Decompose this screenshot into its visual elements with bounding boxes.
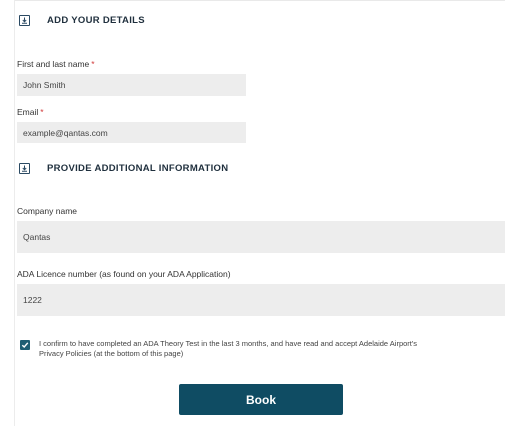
email-field-value: example@qantas.com [23,127,108,138]
company-label: Company name [17,206,78,216]
book-button[interactable]: Book [179,384,343,415]
section-header-additional: PROVIDE ADDITIONAL INFORMATION [19,163,228,174]
consent-text-line1: I confirm to have completed an ADA Theor… [39,339,418,348]
name-label: First and last name * [17,59,95,69]
checkmark-icon [21,342,29,349]
required-marker: * [91,59,95,69]
licence-label: ADA Licence number (as found on your ADA… [17,269,231,279]
section-header-details: ADD YOUR DETAILS [19,15,145,26]
name-label-text: First and last name [17,59,90,69]
consent-row: I confirm to have completed an ADA Theor… [20,339,505,359]
consent-text: I confirm to have completed an ADA Theor… [39,339,417,359]
required-marker: * [40,107,44,117]
email-field[interactable]: example@qantas.com [17,122,246,143]
download-icon [19,163,30,174]
section-title-details: ADD YOUR DETAILS [47,15,145,26]
company-field[interactable]: Qantas [17,221,505,253]
licence-field-value: 1222 [23,295,42,305]
company-field-value: Qantas [23,232,51,242]
download-icon [19,15,30,26]
consent-checkbox[interactable] [20,340,30,350]
licence-field[interactable]: 1222 [17,284,505,316]
form-top-border [14,0,505,1]
form-left-border [14,0,15,426]
name-field[interactable]: John Smith [17,74,246,96]
section-title-additional: PROVIDE ADDITIONAL INFORMATION [47,163,229,174]
name-field-value: John Smith [23,80,66,90]
email-label: Email * [17,107,44,117]
email-label-text: Email [17,107,39,117]
consent-text-line2[interactable]: Privacy Policies (at the bottom of this … [39,349,417,359]
